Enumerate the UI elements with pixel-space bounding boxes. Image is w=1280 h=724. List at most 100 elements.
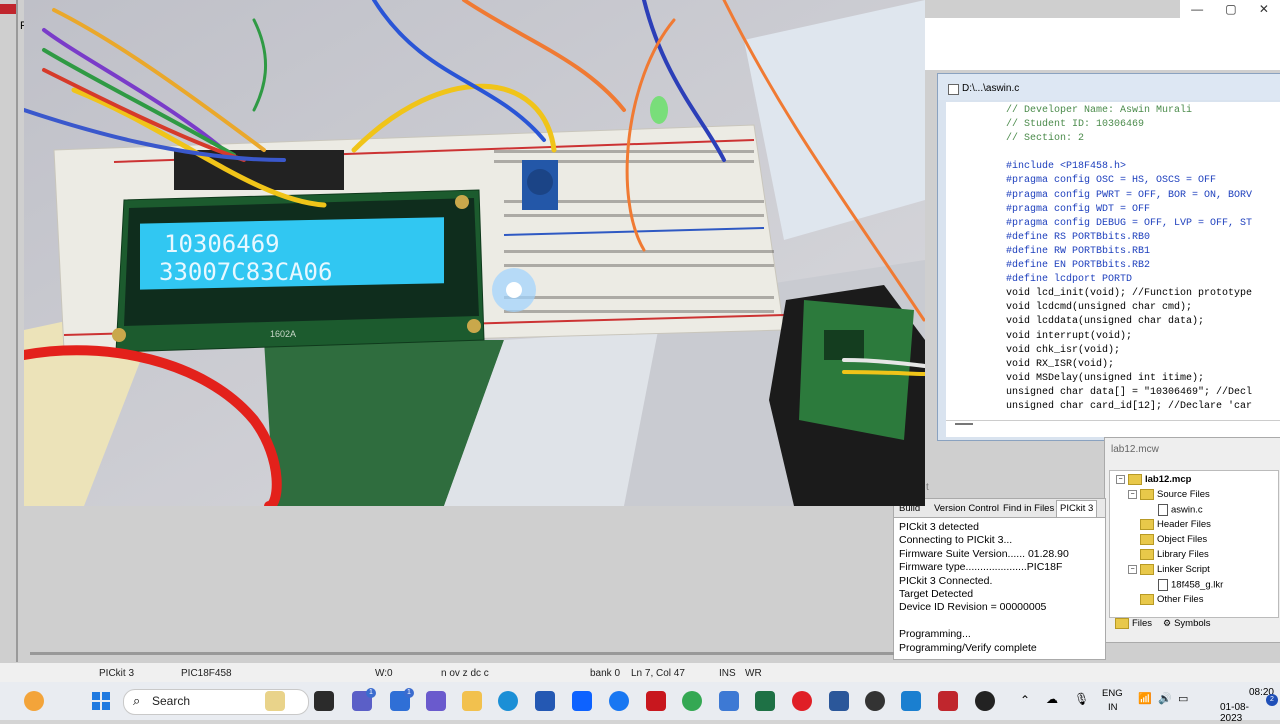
code-line: void chk_isr(void); [1006,344,1121,356]
video-photo: 10306469 33007C83CA06 1602A [24,0,925,506]
tree-root-label: lab12.mcp [1145,474,1192,486]
onedrive-icon[interactable]: ☁ [1046,692,1058,706]
maximize-button[interactable]: ▢ [1225,2,1236,16]
code-area[interactable]: // Developer Name: Aswin Murali // Studen… [1000,102,1280,420]
output-label: t [926,482,929,493]
breadboard-photo: 10306469 33007C83CA06 1602A [24,0,925,506]
editor-window: D:\...\aswin.c // Developer Name: Aswin … [937,73,1280,441]
word-icon[interactable] [829,691,849,711]
tree-item-label: Library Files [1157,549,1209,561]
tree-item[interactable]: Header Files [1128,519,1211,530]
volume-icon[interactable]: 🔊 [1158,692,1172,705]
tab-files[interactable]: Files [1115,618,1152,629]
tree-item[interactable]: − Linker Script [1128,564,1210,575]
status-device: PIC18F458 [181,668,232,679]
code-line: #pragma config PWRT = OFF, BOR = ON, BOR… [1006,189,1253,201]
project-tree: − lab12.mcp − Source Files aswin.c Header Fi… [1109,470,1279,618]
code-line: #pragma config WDT = OFF [1006,203,1151,215]
collapse-icon[interactable]: − [1116,475,1125,484]
file-icon [1158,504,1168,516]
chevron-up-icon[interactable]: ⌃ [1020,693,1030,707]
symbols-icon: ⚙ [1163,618,1172,628]
folder-icon [1140,534,1154,545]
folder-icon [1115,618,1129,629]
close-button[interactable]: ✕ [1259,2,1269,16]
code-line: void MSDelay(unsigned int itime); [1006,372,1205,384]
output-line: Device ID Revision = 00000005 [899,601,1047,614]
edge-icon[interactable] [498,691,518,711]
code-line: void interrupt(void); [1006,330,1133,342]
tree-item[interactable]: − Source Files [1128,489,1210,500]
output-window: Build Version Control Find in Files PICk… [893,498,1106,660]
chrome-icon[interactable] [682,691,702,711]
microphone-icon[interactable]: 🎙 [1074,692,1089,706]
collapse-icon[interactable]: − [1128,490,1137,499]
wifi-icon[interactable]: 📶 [1138,692,1152,705]
code-line: void lcdcmd(unsigned char cmd); [1006,302,1193,314]
vscode-icon[interactable] [901,691,921,711]
task-view-icon[interactable] [314,691,334,711]
language-indicator[interactable]: ENG [1102,688,1123,699]
store-icon[interactable] [535,691,555,711]
scrollbar-thumb[interactable] [955,423,973,425]
code-line: #define RW PORTBbits.RB1 [1006,245,1151,257]
app-logo-icon [0,4,16,14]
code-line: #pragma config DEBUG = OFF, LVP = OFF, S… [1006,217,1253,229]
facebook-icon[interactable] [609,691,629,711]
file-icon [1158,579,1168,591]
tree-item[interactable]: Other Files [1128,594,1203,605]
dropbox-icon[interactable] [572,691,592,711]
editor-title: D:\...\aswin.c [962,83,1020,94]
mplab-icon[interactable] [938,691,958,711]
notification-count[interactable]: 2 [1266,694,1278,706]
notification-badge: 1 [404,688,414,698]
tree-item[interactable]: aswin.c [1158,504,1203,516]
tree-item[interactable]: 18f458_g.lkr [1158,579,1223,591]
tab-pickit3[interactable]: PICkit 3 [1056,500,1098,517]
tree-root[interactable]: − lab12.mcp [1116,474,1191,485]
code-line: void lcd_init(void); //Function prototyp… [1006,288,1253,300]
output-line: PICkit 3 Connected. [899,574,993,587]
tab-symbols[interactable]: ⚙ Symbols [1163,618,1211,629]
tab-version-control[interactable]: Version Control [934,503,999,514]
tree-item-label: 18f458_g.lkr [1171,579,1224,591]
tree-item-label: aswin.c [1171,504,1203,516]
tree-item-label: Linker Script [1157,564,1210,576]
tree-item-label: Object Files [1157,534,1208,546]
search-icon: ⌕ [133,693,141,708]
collapse-icon[interactable]: − [1128,565,1137,574]
output-line: Connecting to PICkit 3... [899,534,1013,547]
lcd-model-label: 1602A [270,329,296,339]
tab-find-in-files[interactable]: Find in Files [1003,503,1054,514]
ide-horizontal-scrollbar[interactable] [30,652,894,655]
excel-icon[interactable] [755,691,775,711]
file-explorer-icon[interactable] [462,691,482,711]
media-player-icon[interactable] [975,691,995,711]
clock-date[interactable]: 01-08-2023 [1220,702,1264,724]
folder-icon [1128,474,1142,485]
file-icon [948,84,959,95]
output-line: Target Detected [899,587,974,600]
acrobat-icon[interactable] [646,691,666,711]
search-highlight-icon [265,691,285,711]
folder-icon [1140,519,1154,530]
status-programmer: PICkit 3 [99,668,135,679]
battery-icon[interactable]: ▭ [1178,692,1188,705]
search-placeholder: Search [152,694,191,708]
notepad-icon[interactable] [719,691,739,711]
minimize-button[interactable]: — [1191,2,1203,16]
widgets-icon[interactable] [24,691,44,711]
start-icon[interactable] [91,691,111,711]
calculator-icon[interactable] [426,691,446,711]
app-icon[interactable] [865,691,885,711]
output-log: PICkit 3 detected Connecting to PICkit 3.… [899,521,1104,655]
output-line: Programming/Verify complete [899,641,1037,654]
opera-icon[interactable] [792,691,812,711]
lcd-line-2: 33007C83CA06 [159,258,332,286]
tree-item[interactable]: Object Files [1128,534,1207,545]
editor-horizontal-scrollbar[interactable] [946,420,1280,437]
editor-titlebar[interactable]: D:\...\aswin.c [938,74,1280,100]
region-indicator: IN [1108,702,1118,713]
tree-item[interactable]: Library Files [1128,549,1209,560]
